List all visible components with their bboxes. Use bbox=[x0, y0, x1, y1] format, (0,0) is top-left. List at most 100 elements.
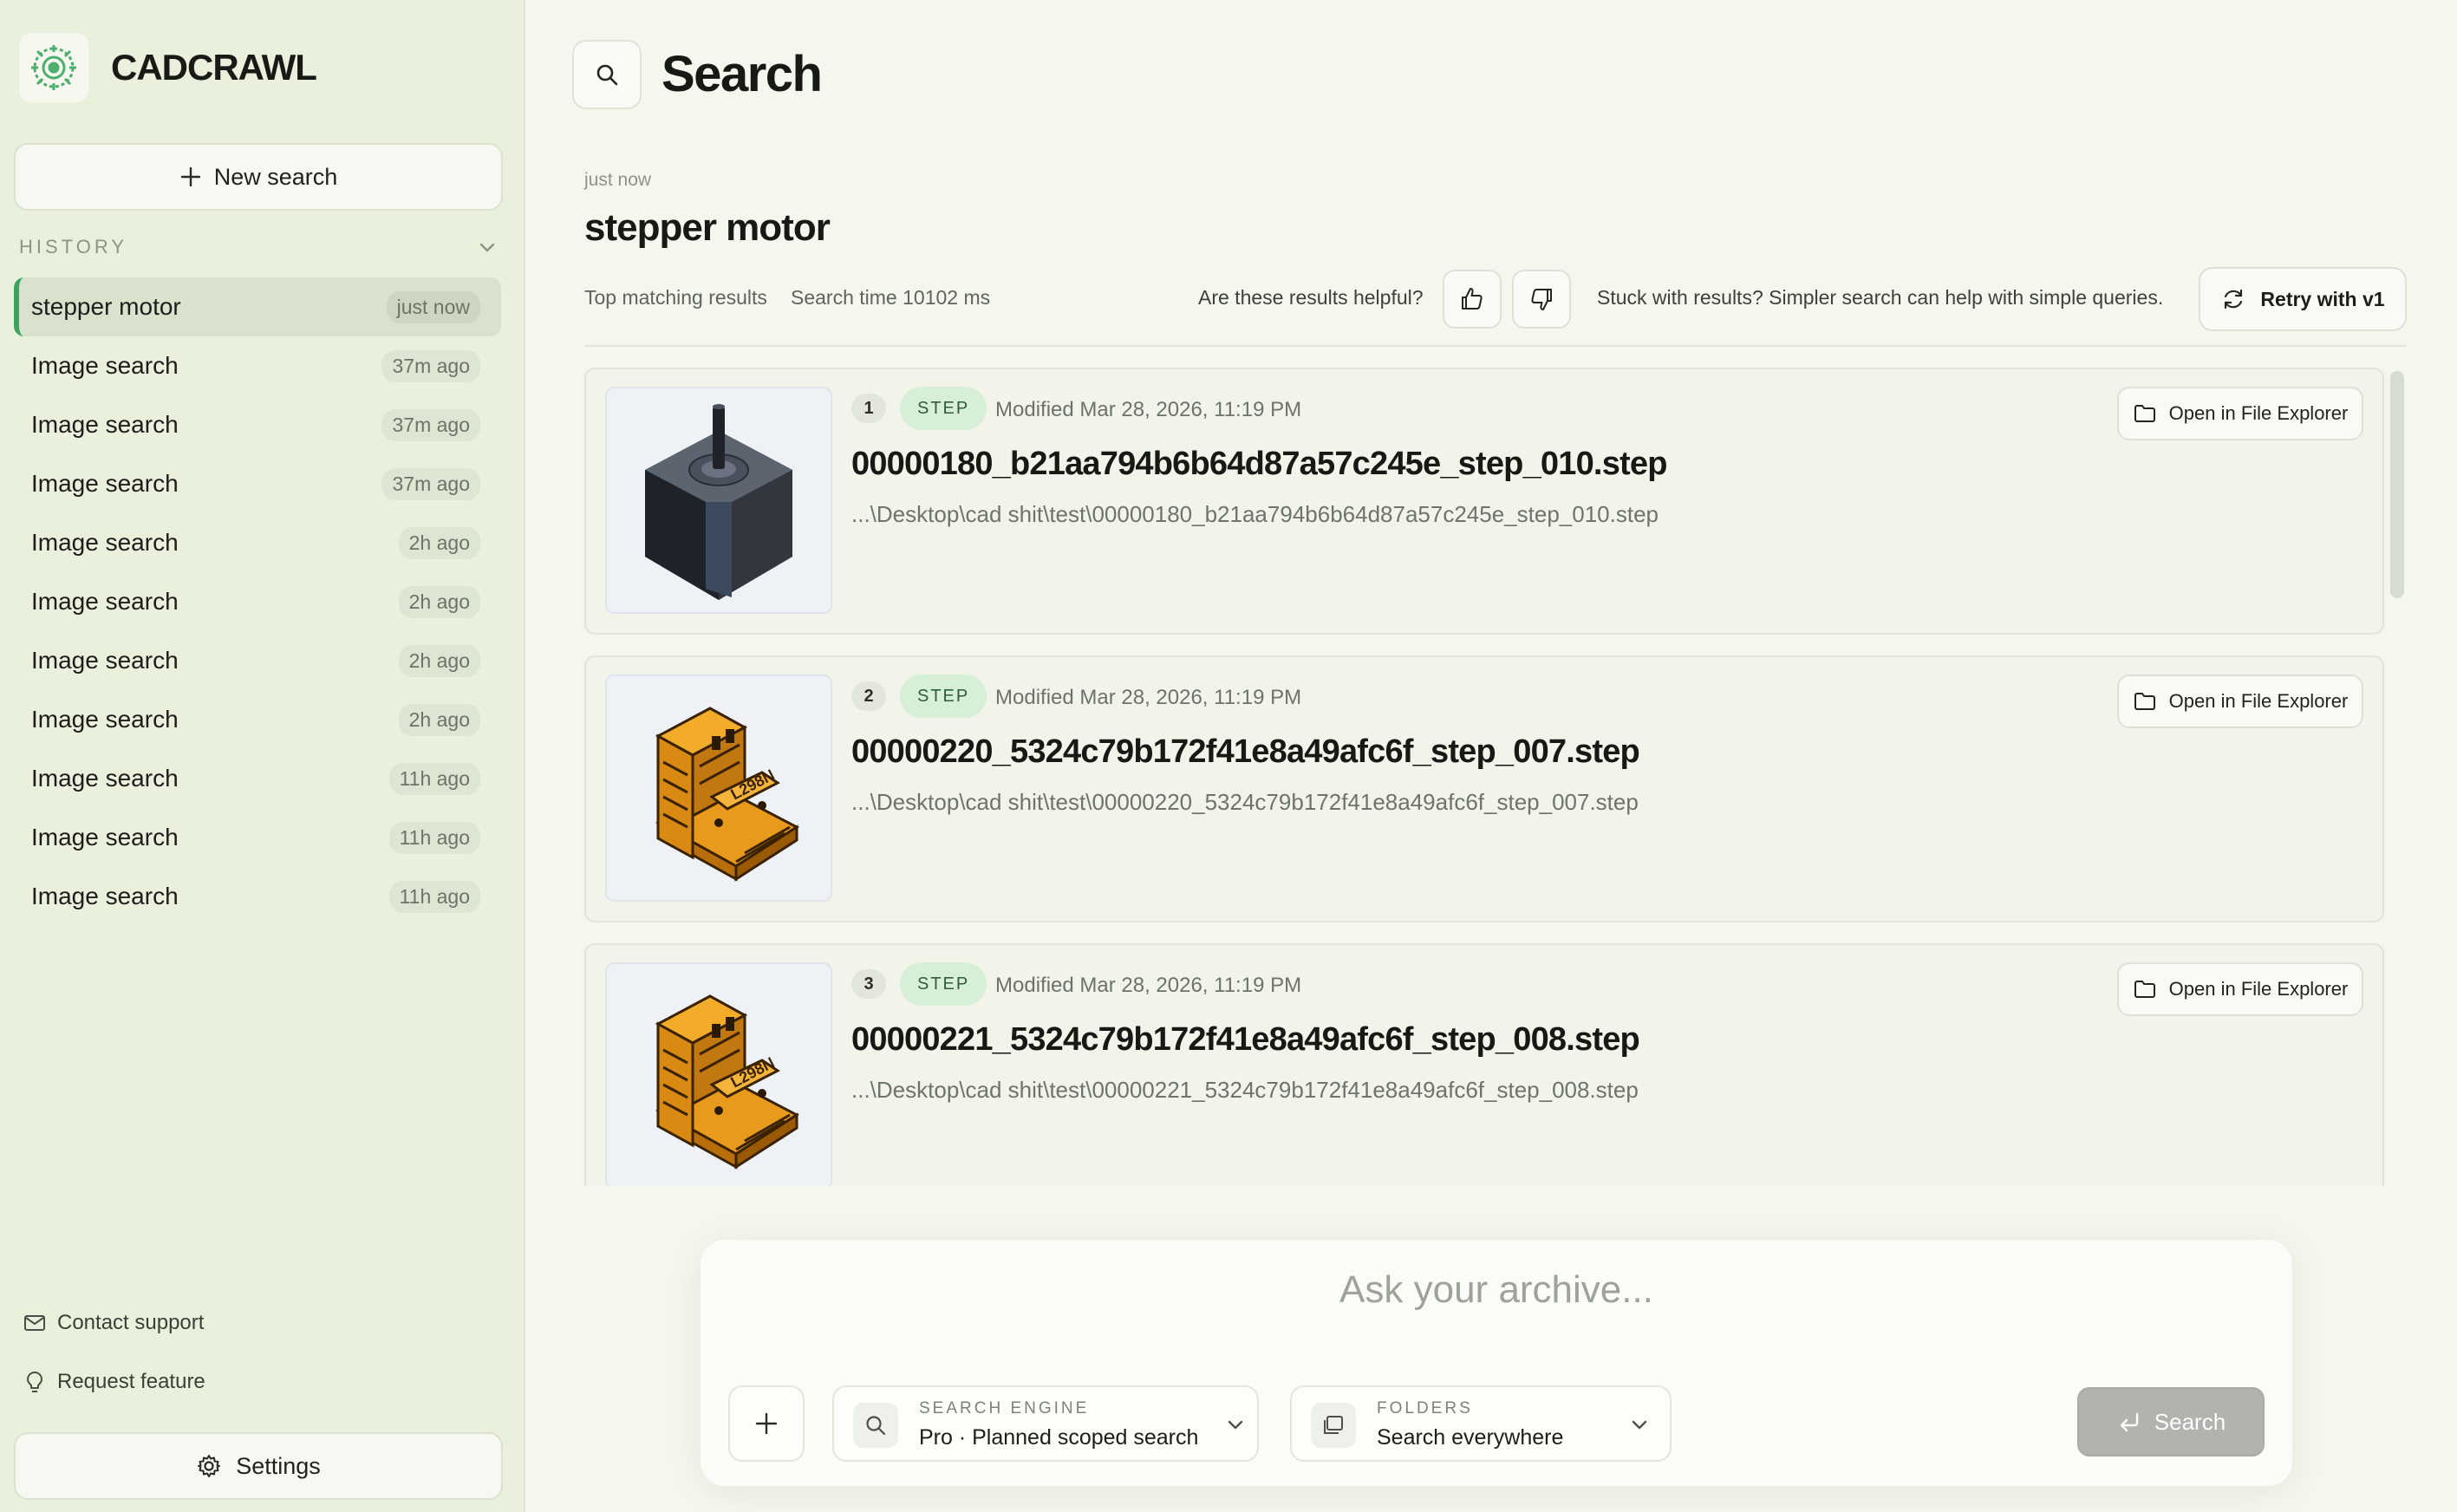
composer: SEARCH ENGINE Pro · Planned scoped searc… bbox=[701, 1240, 2292, 1486]
history-item-label: Image search bbox=[31, 706, 179, 733]
result-filepath: ...\Desktop\cad shit\test\00000221_5324c… bbox=[851, 1077, 1639, 1103]
settings-label: Settings bbox=[236, 1452, 321, 1479]
result-rank: 3 bbox=[851, 969, 886, 999]
history-item[interactable]: Image search 11h ago bbox=[14, 867, 501, 926]
history-item-label: Image search bbox=[31, 647, 179, 674]
brand[interactable]: CADCRAWL bbox=[19, 33, 317, 102]
history-item[interactable]: Image search 2h ago bbox=[14, 690, 501, 749]
history-item-time: 11h ago bbox=[388, 762, 480, 795]
results-list: 1 STEP Modified Mar 28, 2026, 11:19 PM O… bbox=[584, 368, 2386, 1186]
history-item-time: 2h ago bbox=[398, 703, 480, 736]
history-item-time: 11h ago bbox=[388, 821, 480, 854]
open-in-explorer-label: Open in File Explorer bbox=[2168, 978, 2349, 1000]
history-item-label: Image search bbox=[31, 352, 179, 379]
search-submit-button[interactable]: Search bbox=[2077, 1387, 2265, 1457]
history-item-time: 2h ago bbox=[398, 585, 480, 618]
result-card[interactable]: 1 STEP Modified Mar 28, 2026, 11:19 PM O… bbox=[584, 368, 2384, 635]
history-item-time: 37m ago bbox=[381, 349, 480, 382]
history-item-label: Image search bbox=[31, 765, 179, 792]
history-header[interactable]: HISTORY bbox=[19, 234, 498, 260]
thumbs-up-button[interactable] bbox=[1443, 270, 1502, 329]
result-rank: 2 bbox=[851, 681, 886, 711]
attach-button[interactable] bbox=[728, 1385, 805, 1462]
stepper-motor-render bbox=[645, 404, 792, 600]
open-in-explorer-button[interactable]: Open in File Explorer bbox=[2117, 387, 2363, 440]
results-scrollbar-thumb[interactable] bbox=[2390, 371, 2404, 598]
history-item-time: 11h ago bbox=[388, 880, 480, 913]
history-list: stepper motor just now Image search 37m … bbox=[14, 277, 501, 926]
file-type-badge: STEP bbox=[900, 675, 987, 718]
search-engine-value: Pro · Planned scoped search bbox=[919, 1425, 1199, 1450]
result-card[interactable]: L298N 3 STEP Modified Mar 28, 2026, 11:1… bbox=[584, 943, 2384, 1186]
ask-archive-input[interactable] bbox=[701, 1264, 2292, 1316]
history-item[interactable]: Image search 37m ago bbox=[14, 395, 501, 454]
history-item[interactable]: Image search 2h ago bbox=[14, 572, 501, 631]
gear-icon bbox=[198, 1455, 221, 1477]
result-filename[interactable]: 00000220_5324c79b172f41e8a49afc6f_step_0… bbox=[851, 733, 1640, 771]
history-item-time: 2h ago bbox=[398, 644, 480, 677]
request-feature-link[interactable]: Request feature bbox=[23, 1370, 205, 1394]
history-item[interactable]: Image search 2h ago bbox=[14, 513, 501, 572]
lightbulb-icon bbox=[27, 1372, 42, 1392]
refresh-icon bbox=[2225, 289, 2243, 310]
history-item-time: 2h ago bbox=[398, 526, 480, 559]
history-label: HISTORY bbox=[19, 236, 127, 257]
result-thumbnail bbox=[605, 387, 832, 614]
result-thumbnail: L298N bbox=[605, 675, 832, 902]
history-item[interactable]: Image search 37m ago bbox=[14, 454, 501, 513]
history-item[interactable]: stepper motor just now bbox=[14, 277, 501, 336]
modified-date: Modified Mar 28, 2026, 11:19 PM bbox=[995, 398, 1302, 421]
new-search-label: New search bbox=[213, 163, 338, 190]
folder-icon bbox=[2134, 981, 2155, 998]
enter-icon bbox=[2120, 1412, 2138, 1432]
result-rank: 1 bbox=[851, 394, 886, 423]
search-toggle-button[interactable] bbox=[572, 40, 642, 109]
retry-label: Retry with v1 bbox=[2260, 287, 2385, 310]
chevron-down-icon bbox=[479, 243, 495, 252]
plus-icon bbox=[755, 1412, 778, 1435]
new-search-button[interactable]: New search bbox=[14, 143, 503, 211]
result-filename[interactable]: 00000180_b21aa794b6b64d87a57c245e_step_0… bbox=[851, 446, 1667, 483]
history-item-time: just now bbox=[386, 290, 480, 323]
history-item[interactable]: Image search 11h ago bbox=[14, 749, 501, 808]
history-item-label: Image search bbox=[31, 411, 179, 438]
thumbs-up-icon bbox=[1462, 288, 1483, 310]
sidebar: CADCRAWL New search HISTORY stepper moto… bbox=[0, 0, 525, 1512]
chevron-down-icon bbox=[1632, 1420, 1647, 1430]
open-in-explorer-button[interactable]: Open in File Explorer bbox=[2117, 962, 2363, 1016]
result-thumbnail: L298N bbox=[605, 962, 832, 1186]
thumbs-down-icon bbox=[1531, 289, 1552, 310]
history-item-label: Image search bbox=[31, 824, 179, 850]
settings-button[interactable]: Settings bbox=[14, 1432, 503, 1500]
result-filename[interactable]: 00000221_5324c79b172f41e8a49afc6f_step_0… bbox=[851, 1021, 1640, 1059]
history-item-label: Image search bbox=[31, 883, 179, 909]
result-filepath: ...\Desktop\cad shit\test\00000220_5324c… bbox=[851, 789, 1639, 815]
result-card[interactable]: L298N 2 STEP Modified Mar 28, 2026, 11:1… bbox=[584, 655, 2384, 922]
history-item-label: Image search bbox=[31, 588, 179, 615]
retry-v1-button[interactable]: Retry with v1 bbox=[2199, 267, 2407, 331]
folders-caption: FOLDERS bbox=[1377, 1399, 1473, 1418]
folders-icon bbox=[1311, 1403, 1356, 1448]
divider bbox=[584, 345, 2407, 347]
history-item-label: Image search bbox=[31, 470, 179, 497]
history-item[interactable]: Image search 2h ago bbox=[14, 631, 501, 690]
contact-support-link[interactable]: Contact support bbox=[23, 1311, 204, 1335]
results-meta-row: Top matching results Search time 10102 m… bbox=[584, 267, 2407, 333]
history-item[interactable]: Image search 11h ago bbox=[14, 808, 501, 867]
folders-select[interactable]: FOLDERS Search everywhere bbox=[1290, 1385, 1672, 1462]
folders-value: Search everywhere bbox=[1377, 1425, 1564, 1450]
search-engine-select[interactable]: SEARCH ENGINE Pro · Planned scoped searc… bbox=[832, 1385, 1259, 1462]
modified-date: Modified Mar 28, 2026, 11:19 PM bbox=[995, 686, 1302, 709]
result-filepath: ...\Desktop\cad shit\test\00000180_b21aa… bbox=[851, 501, 1659, 527]
search-engine-caption: SEARCH ENGINE bbox=[919, 1399, 1090, 1418]
brand-name: CADCRAWL bbox=[111, 47, 317, 88]
open-in-explorer-label: Open in File Explorer bbox=[2168, 402, 2349, 424]
thumbs-down-button[interactable] bbox=[1512, 270, 1571, 329]
query-title: stepper motor bbox=[584, 206, 831, 249]
search-icon bbox=[596, 64, 618, 86]
folder-icon bbox=[2134, 405, 2155, 422]
file-type-badge: STEP bbox=[900, 962, 987, 1006]
history-item[interactable]: Image search 37m ago bbox=[14, 336, 501, 395]
gear-leaf-logo-icon bbox=[19, 33, 88, 102]
open-in-explorer-button[interactable]: Open in File Explorer bbox=[2117, 675, 2363, 728]
